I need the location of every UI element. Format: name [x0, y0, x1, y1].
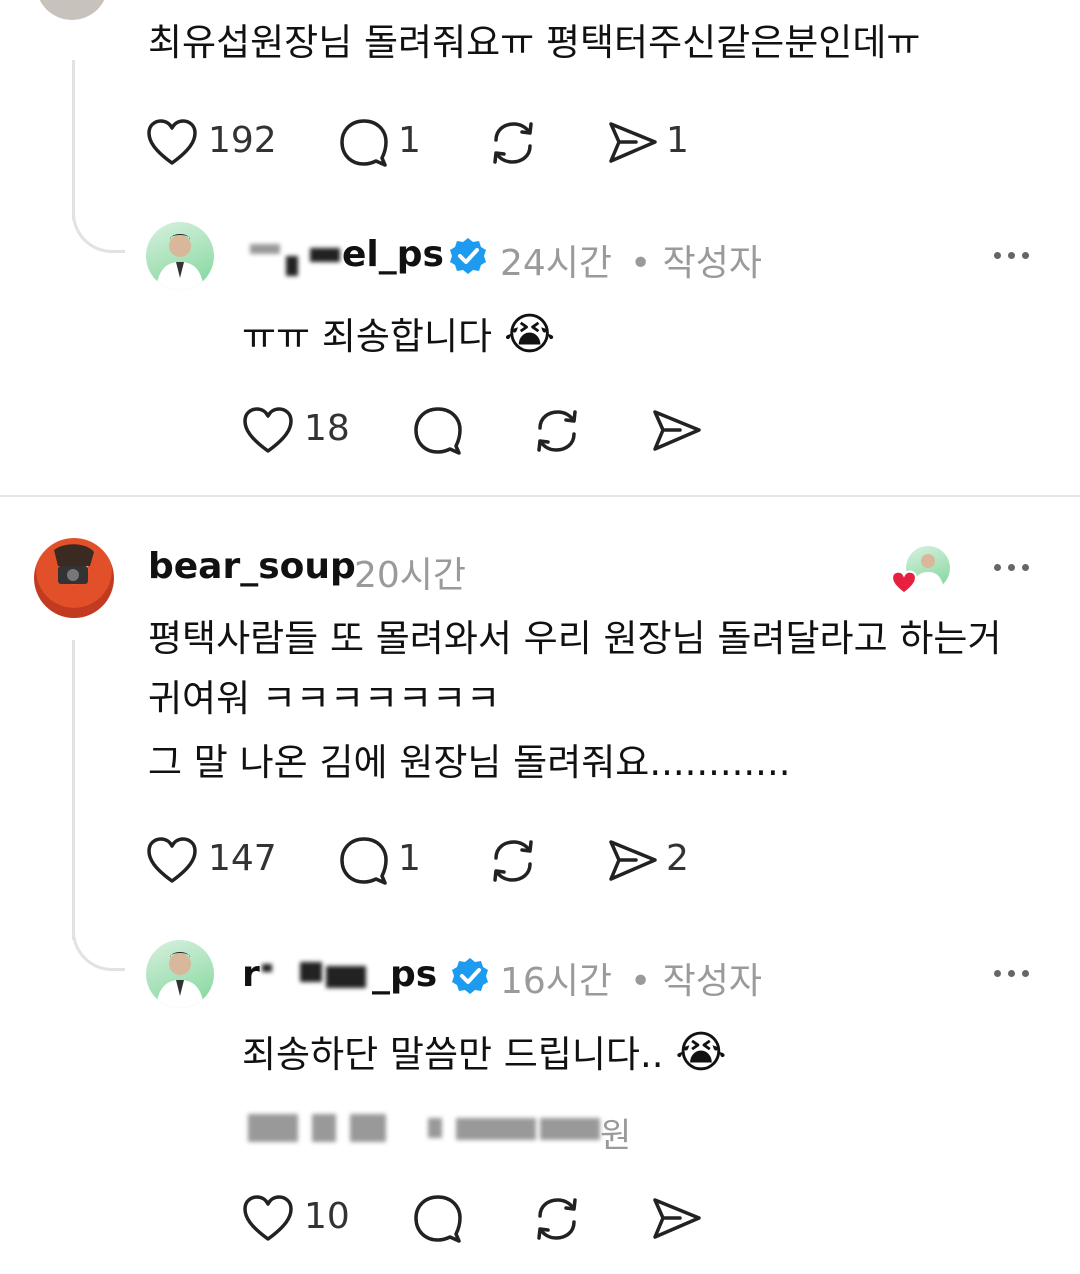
- comment-line: 평택사람들 또 몰려와서 우리 원장님 돌려달라고 하는거: [148, 617, 1002, 660]
- timestamp: 16시간: [500, 961, 613, 1002]
- share-count: 1: [666, 120, 689, 161]
- comment-divider: [0, 495, 1080, 497]
- share-count: 2: [666, 838, 689, 879]
- comment-line: 귀여워 ㅋㅋㅋㅋㅋㅋㅋ: [148, 677, 501, 720]
- like-count: 18: [304, 408, 350, 449]
- crying-emoji: 😭: [503, 309, 556, 360]
- reply-count: 1: [398, 120, 421, 161]
- thread-line: [72, 60, 75, 220]
- redacted-text: [456, 1118, 536, 1140]
- send-icon[interactable]: [650, 406, 704, 460]
- username-suffix[interactable]: _ps: [372, 954, 437, 995]
- redacted-text: [540, 1118, 600, 1140]
- redacted-text: [312, 1114, 336, 1142]
- redacted-text: [350, 1114, 386, 1142]
- send-icon[interactable]: [650, 1194, 704, 1248]
- timestamp: 24시간: [500, 243, 613, 284]
- repost-icon[interactable]: [530, 1194, 584, 1248]
- repost-icon[interactable]: [486, 118, 540, 172]
- like-count: 10: [304, 1196, 350, 1237]
- username-prefix[interactable]: r: [242, 954, 260, 995]
- thread-connector: [72, 200, 125, 253]
- repost-icon[interactable]: [486, 836, 540, 890]
- more-dots-icon[interactable]: [994, 252, 1029, 259]
- heart-icon[interactable]: [146, 836, 198, 890]
- avatar-doctor[interactable]: [146, 940, 214, 1008]
- crying-emoji: 😭: [675, 1027, 727, 1078]
- speech-bubble-icon[interactable]: [412, 406, 464, 460]
- heart-icon: [890, 570, 918, 600]
- reply-count: 1: [398, 838, 421, 879]
- heart-icon[interactable]: [242, 406, 294, 460]
- redacted-text: [248, 1114, 298, 1142]
- send-icon[interactable]: [606, 836, 660, 890]
- thread-connector: [72, 918, 125, 971]
- avatar-bear-soup[interactable]: [34, 538, 114, 618]
- redacted-username: [250, 244, 280, 254]
- more-dots-icon[interactable]: [994, 564, 1029, 571]
- speech-bubble-icon[interactable]: [338, 118, 390, 172]
- speech-bubble-icon[interactable]: [338, 836, 390, 890]
- username[interactable]: el_ps: [342, 234, 444, 275]
- heart-icon[interactable]: [242, 1194, 294, 1248]
- like-count: 192: [208, 120, 277, 161]
- avatar-doctor[interactable]: [146, 222, 214, 290]
- comment-line: 그 말 나온 김에 원장님 돌려줘요............: [148, 741, 791, 784]
- redacted-username: [326, 966, 366, 988]
- timestamp: 20시간: [354, 555, 467, 596]
- redacted-username: [286, 256, 298, 276]
- redacted-username: [310, 248, 340, 262]
- thread-line: [72, 640, 75, 940]
- speech-bubble-icon[interactable]: [412, 1194, 464, 1248]
- reply-text: 죄송하단 말씀만 드립니다.. 😭: [242, 1027, 727, 1078]
- redacted-text: [428, 1118, 442, 1138]
- redacted-username: [262, 964, 272, 972]
- author-label: • 작성자: [630, 243, 763, 284]
- reply-text: ㅠㅠ 죄송합니다 😭: [242, 309, 556, 360]
- repost-icon[interactable]: [530, 406, 584, 460]
- author-label: • 작성자: [630, 961, 763, 1002]
- verified-badge-icon: [448, 236, 488, 280]
- heart-icon[interactable]: [146, 118, 198, 172]
- translated-fragment: 원: [600, 1116, 632, 1156]
- more-dots-icon[interactable]: [994, 970, 1029, 977]
- verified-badge-icon: [450, 956, 490, 1000]
- comment-text: 최유섭원장님 돌려줘요ㅠ 평택터주신같은분인데ㅠ: [148, 21, 921, 64]
- redacted-username: [300, 962, 322, 982]
- send-icon[interactable]: [606, 118, 660, 172]
- username[interactable]: bear_soup: [148, 546, 356, 587]
- like-count: 147: [208, 838, 277, 879]
- avatar-top-comment[interactable]: [36, 0, 108, 20]
